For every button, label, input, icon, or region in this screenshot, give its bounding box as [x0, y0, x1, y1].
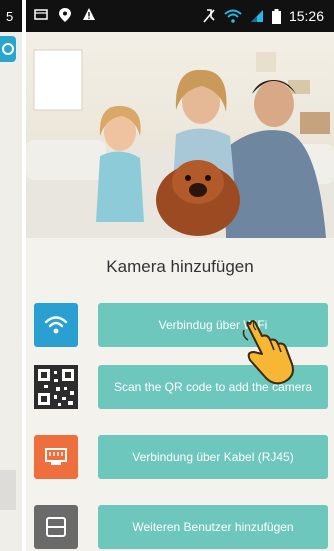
- qr-code-icon[interactable]: [34, 365, 78, 409]
- option-add-user: Weiteren Benutzer hinzufügen: [34, 505, 328, 549]
- family-photo: [26, 32, 334, 238]
- option-ethernet: Verbindung über Kabel (RJ45): [34, 435, 328, 479]
- previous-clock-digit: 5: [6, 9, 14, 24]
- page-title: Kamera hinzufügen: [106, 257, 254, 276]
- wifi-icon[interactable]: [34, 303, 78, 347]
- user-add-icon[interactable]: [34, 505, 78, 549]
- mute-icon: [202, 8, 216, 24]
- previous-status-bar: 5: [0, 0, 22, 32]
- status-clock: 15:26: [288, 8, 324, 24]
- previous-screen-block: [0, 470, 16, 510]
- wifi-signal-icon: [224, 9, 242, 23]
- previous-screen-edge: 5: [0, 0, 22, 551]
- location-icon: [58, 7, 72, 23]
- ethernet-connect-button[interactable]: Verbindung über Kabel (RJ45): [98, 435, 328, 479]
- battery-icon: [271, 8, 281, 24]
- cell-signal-icon: [250, 9, 264, 23]
- search-icon: [0, 36, 16, 62]
- add-user-button[interactable]: Weiteren Benutzer hinzufügen: [98, 505, 328, 549]
- warning-icon: [82, 7, 96, 23]
- tap-hand-icon: [240, 318, 300, 388]
- ethernet-icon[interactable]: [34, 435, 78, 479]
- status-bar: 15:26: [26, 0, 334, 32]
- screenshot-icon: [34, 7, 48, 23]
- phone-screen: 15:26 Kamera hinzufügen Verbindug über W…: [26, 0, 334, 551]
